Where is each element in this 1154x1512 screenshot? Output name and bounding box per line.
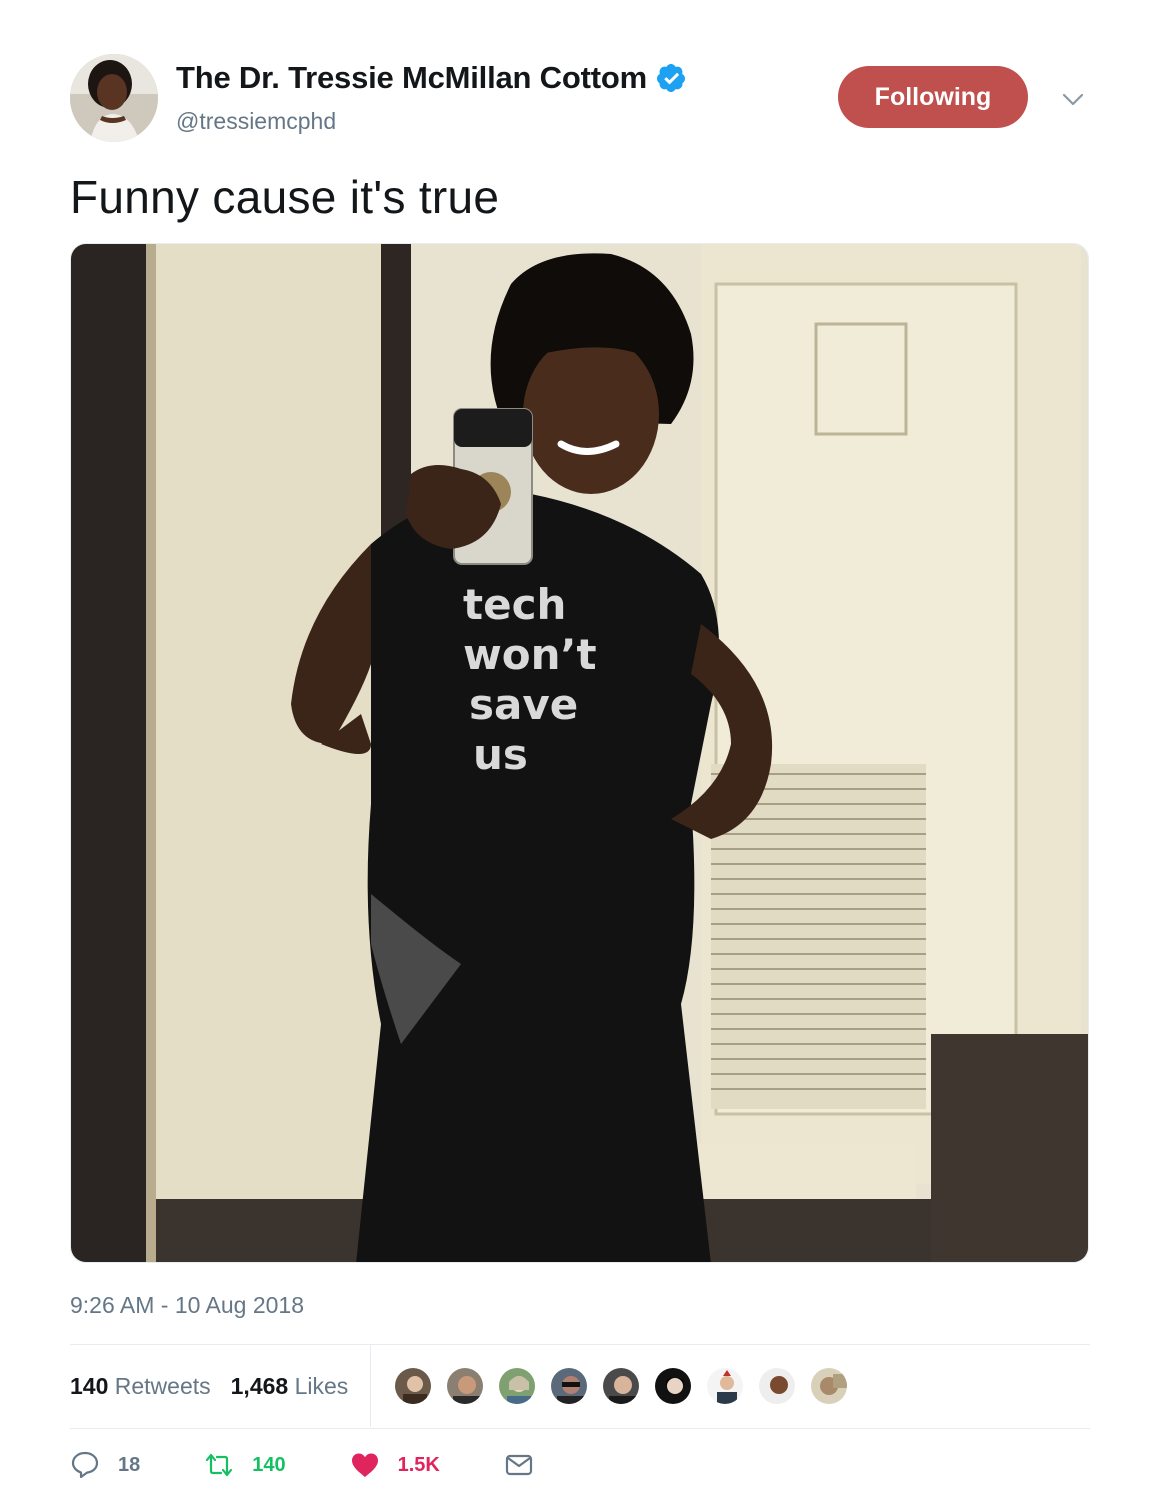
tweet-photo[interactable]: tech won’t save us — [70, 243, 1089, 1263]
reply-button[interactable]: 18 — [70, 1450, 140, 1480]
reply-count: 18 — [118, 1453, 141, 1476]
shirt-line-1: tech — [463, 580, 566, 629]
likes-label: Likes — [294, 1372, 349, 1399]
like-button[interactable]: 1.5K — [350, 1450, 440, 1480]
stats-separator — [370, 1345, 372, 1427]
likes-count: 1,468 — [230, 1372, 289, 1399]
liker-avatar[interactable] — [601, 1366, 642, 1406]
retweet-icon — [206, 1453, 233, 1477]
direct-message-button[interactable] — [504, 1450, 534, 1480]
heart-icon — [351, 1453, 378, 1477]
mirror-selfie-image: tech won’t save us — [71, 244, 1088, 1262]
shirt-line-4: us — [473, 730, 528, 779]
retweets-count: 140 — [70, 1372, 109, 1399]
liker-avatar[interactable] — [497, 1366, 538, 1406]
likes-stat[interactable]: 1,468 Likes — [231, 1373, 349, 1400]
verified-badge-icon — [656, 64, 685, 92]
author-avatar[interactable] — [70, 54, 158, 142]
shirt-line-2: won’t — [463, 630, 597, 679]
liker-avatar[interactable] — [393, 1366, 434, 1406]
chevron-down-icon — [1062, 93, 1084, 106]
tweet-header: The Dr. Tressie McMillan Cottom @tressie… — [70, 54, 1090, 144]
liker-avatar[interactable] — [549, 1366, 590, 1406]
liker-avatar[interactable] — [705, 1366, 746, 1406]
author-name-row: The Dr. Tressie McMillan Cottom — [176, 60, 687, 96]
tweet-text: Funny cause it's true — [70, 171, 500, 223]
like-count: 1.5K — [397, 1453, 440, 1476]
retweet-count: 140 — [252, 1453, 286, 1476]
liker-avatar[interactable] — [757, 1366, 798, 1406]
shirt-line-3: save — [469, 680, 578, 729]
tweet-stats: 140 Retweets 1,468 Likes — [70, 1345, 1090, 1427]
profile-photo — [70, 54, 158, 142]
reply-icon — [71, 1451, 99, 1479]
following-button[interactable]: Following — [838, 66, 1028, 128]
liker-avatar[interactable] — [445, 1366, 486, 1406]
liker-avatars — [393, 1366, 861, 1406]
retweet-button[interactable]: 140 — [204, 1450, 286, 1480]
author-handle[interactable]: @tressiemcphd — [176, 108, 336, 135]
divider-bottom — [70, 1428, 1090, 1429]
author-display-name[interactable]: The Dr. Tressie McMillan Cottom — [176, 60, 647, 96]
tweet-actions: 18 140 1.5K — [70, 1450, 598, 1480]
tweet-timestamp[interactable]: 9:26 AM - 10 Aug 2018 — [70, 1292, 304, 1319]
retweets-stat[interactable]: 140 Retweets — [70, 1373, 211, 1400]
retweets-label: Retweets — [114, 1372, 211, 1399]
tweet-menu-button[interactable] — [1058, 84, 1088, 114]
liker-avatar[interactable] — [653, 1366, 694, 1406]
envelope-icon — [505, 1454, 532, 1476]
liker-avatar[interactable] — [809, 1366, 850, 1406]
